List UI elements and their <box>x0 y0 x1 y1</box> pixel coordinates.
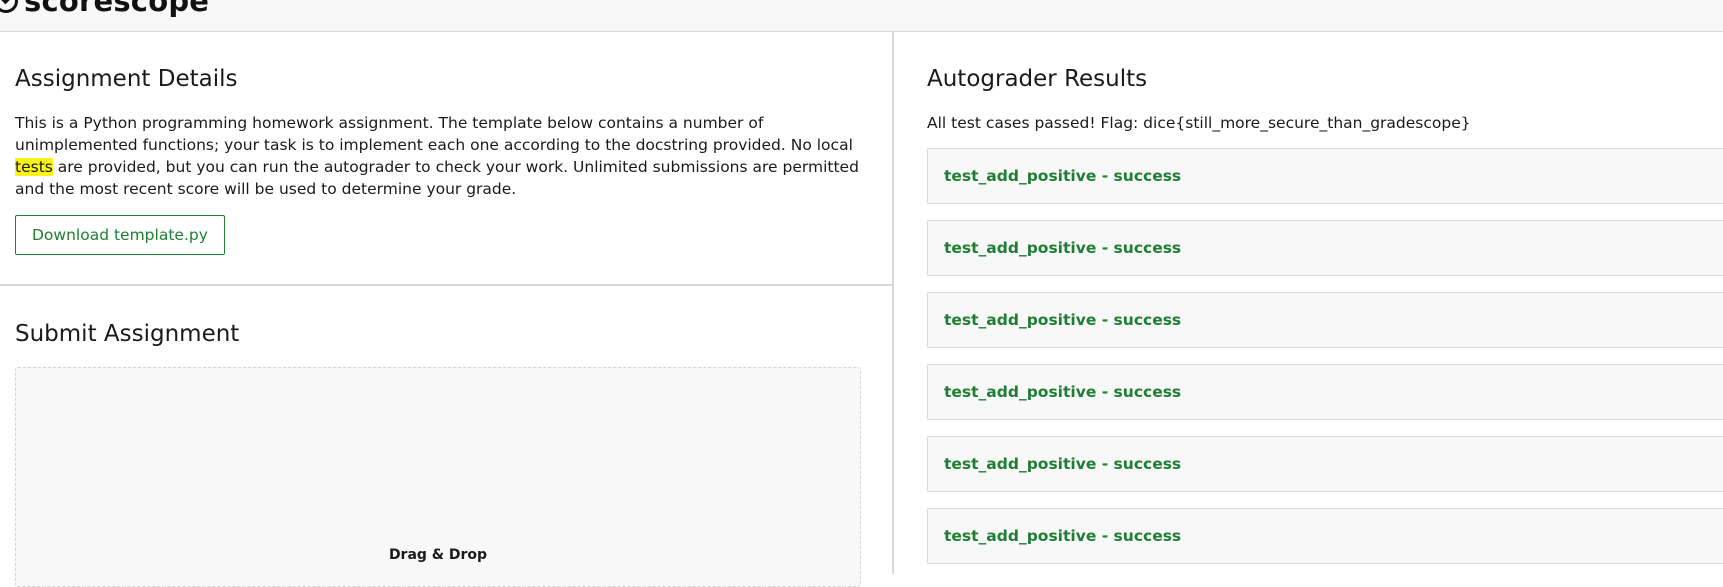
check-circle-icon <box>0 0 18 13</box>
brand-name: scorescope <box>24 0 210 18</box>
brand-logo[interactable]: scorescope <box>0 0 209 18</box>
assignment-description-text-2: are provided, but you can run the autogr… <box>15 158 859 198</box>
submit-assignment-title: Submit Assignment <box>15 321 240 347</box>
test-results-list: test_add_positive - success test_add_pos… <box>927 148 1723 580</box>
assignment-description: This is a Python programming homework as… <box>15 112 865 200</box>
assignment-details-section: Assignment Details This is a Python prog… <box>0 32 894 286</box>
search-highlight: tests <box>15 158 53 176</box>
test-result-item[interactable]: test_add_positive - success <box>927 292 1723 348</box>
left-column: Assignment Details This is a Python prog… <box>0 32 894 587</box>
test-result-item[interactable]: test_add_positive - success <box>927 436 1723 492</box>
top-nav-bar: scorescope <box>0 0 1723 32</box>
file-dropzone[interactable]: Drag & Drop <box>15 367 861 587</box>
results-flag-message: All test cases passed! Flag: dice{still_… <box>927 114 1471 132</box>
test-result-item[interactable]: test_add_positive - success <box>927 148 1723 204</box>
test-result-item[interactable]: test_add_positive - success <box>927 364 1723 420</box>
dropzone-label: Drag & Drop <box>388 547 488 563</box>
test-result-item[interactable]: test_add_positive - success <box>927 220 1723 276</box>
download-template-button[interactable]: Download template.py <box>15 215 225 255</box>
assignment-details-title: Assignment Details <box>15 66 238 92</box>
assignment-description-text-1: This is a Python programming homework as… <box>15 114 853 154</box>
test-result-item[interactable]: test_add_positive - success <box>927 508 1723 564</box>
autograder-results-section: Autograder Results All test cases passed… <box>896 32 1723 574</box>
autograder-results-title: Autograder Results <box>927 66 1148 92</box>
